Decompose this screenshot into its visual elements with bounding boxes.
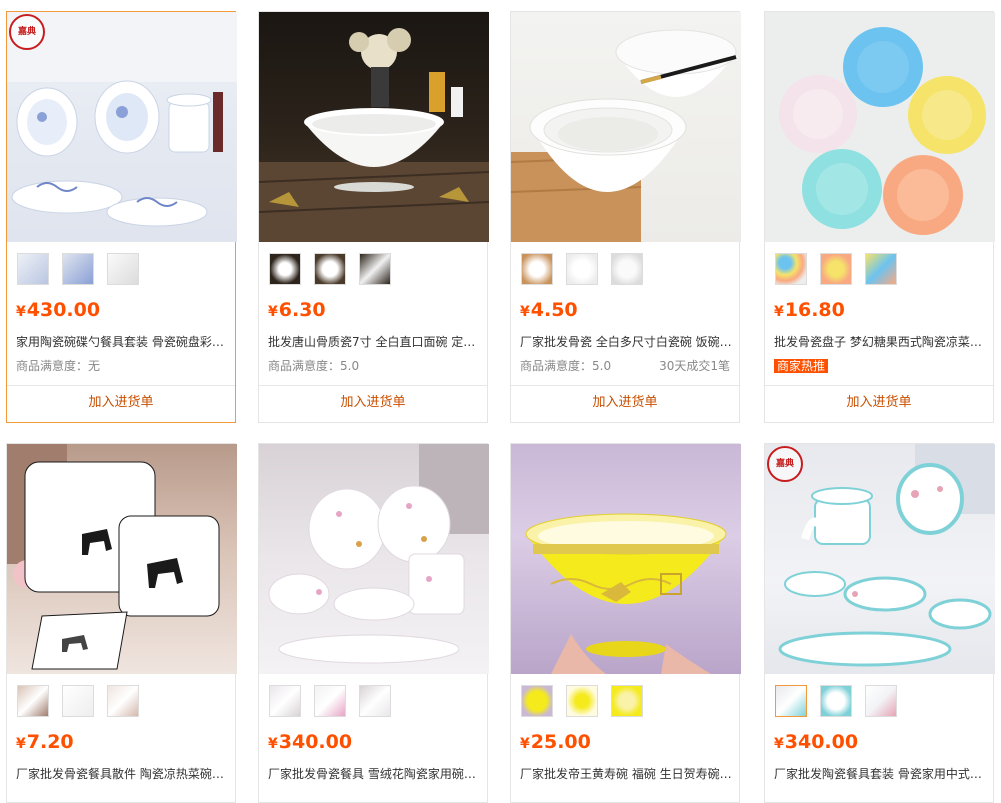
add-to-cart-button[interactable]: 加入进货单 bbox=[259, 392, 487, 414]
price: ¥25.00 bbox=[520, 731, 591, 753]
satisfaction-rating: 商品满意度：5.0 bbox=[268, 359, 360, 373]
sales-count: 30天成交1笔 bbox=[659, 359, 730, 373]
price: ¥6.30 bbox=[268, 299, 326, 321]
product-image[interactable]: 嘉典 bbox=[765, 444, 995, 674]
product-title[interactable]: 批发骨瓷盘子 梦幻糖果西式陶瓷凉菜… bbox=[774, 334, 987, 350]
thumbnail-image[interactable] bbox=[107, 253, 139, 285]
divider bbox=[765, 385, 993, 386]
price: ¥7.20 bbox=[16, 731, 74, 753]
price: ¥16.80 bbox=[774, 299, 845, 321]
thumbnail-image[interactable] bbox=[566, 253, 598, 285]
product-image[interactable] bbox=[765, 12, 995, 242]
zebra-plates-illustration bbox=[7, 444, 220, 670]
add-to-cart-button[interactable]: 加入进货单 bbox=[7, 392, 235, 414]
divider bbox=[7, 385, 235, 386]
thumbnail-image[interactable] bbox=[359, 253, 391, 285]
thumbnail-image[interactable] bbox=[611, 685, 643, 717]
product-image[interactable] bbox=[511, 444, 741, 674]
turquoise-dinnerware-illustration bbox=[778, 444, 995, 667]
thumbnail-image[interactable] bbox=[269, 685, 301, 717]
product-image[interactable] bbox=[511, 12, 741, 242]
nested-bowls-illustration bbox=[511, 29, 737, 242]
thumbnail-image[interactable] bbox=[820, 685, 852, 717]
price: ¥340.00 bbox=[268, 731, 353, 753]
product-card-8[interactable]: 嘉典 ¥340.00 厂家批发陶瓷餐具套装 骨瓷家用中式… bbox=[764, 443, 995, 803]
store-logo: 嘉典 bbox=[9, 14, 45, 50]
thumbnail-image[interactable] bbox=[17, 253, 49, 285]
thumbnail-image[interactable] bbox=[820, 253, 852, 285]
price: ¥4.50 bbox=[520, 299, 578, 321]
product-card-4[interactable]: ¥16.80 批发骨瓷盘子 梦幻糖果西式陶瓷凉菜… 商家热推 加入进货单 bbox=[764, 11, 995, 423]
add-to-cart-button[interactable]: 加入进货单 bbox=[765, 392, 993, 414]
product-title[interactable]: 厂家批发骨瓷餐具散件 陶瓷凉热菜碗… bbox=[16, 766, 229, 782]
product-card-7[interactable]: ¥25.00 厂家批发帝王黄寿碗 福碗 生日贺寿碗… bbox=[510, 443, 741, 803]
thumbnail-image[interactable] bbox=[269, 253, 301, 285]
thumbnail-image[interactable] bbox=[566, 685, 598, 717]
divider bbox=[259, 385, 487, 386]
product-title[interactable]: 家用陶瓷碗碟勺餐具套装 骨瓷碗盘彩… bbox=[16, 334, 229, 350]
thumbnail-image[interactable] bbox=[611, 253, 643, 285]
thumbnail-image[interactable] bbox=[62, 253, 94, 285]
product-card-6[interactable]: ¥340.00 厂家批发骨瓷餐具 雪绒花陶瓷家用碗… bbox=[258, 443, 489, 803]
dinnerware-set-illustration bbox=[7, 12, 237, 227]
product-title[interactable]: 厂家批发骨瓷餐具 雪绒花陶瓷家用碗… bbox=[268, 766, 481, 782]
colored-plates-illustration bbox=[779, 27, 986, 235]
product-card-1[interactable]: 嘉典 ¥430.00 家用陶瓷碗碟勺餐具套装 骨瓷碗盘彩… 商品满意度：无 加入… bbox=[6, 11, 237, 423]
thumbnail-image[interactable] bbox=[359, 685, 391, 717]
snowflake-dinnerware-illustration bbox=[268, 444, 489, 664]
thumbnail-image[interactable] bbox=[17, 685, 49, 717]
thumbnail-image[interactable] bbox=[775, 685, 807, 717]
divider bbox=[511, 385, 739, 386]
product-title[interactable]: 厂家批发帝王黄寿碗 福碗 生日贺寿碗… bbox=[520, 766, 733, 782]
product-card-3[interactable]: ¥4.50 厂家批发骨瓷 全白多尺寸白瓷碗 饭碗… 商品满意度：5.0 30天成… bbox=[510, 11, 741, 423]
thumbnail-image[interactable] bbox=[521, 253, 553, 285]
white-bowl-illustration bbox=[259, 28, 489, 242]
thumbnail-image[interactable] bbox=[865, 685, 897, 717]
satisfaction-rating: 商品满意度：无 bbox=[16, 359, 101, 373]
product-card-2[interactable]: ¥6.30 批发唐山骨质瓷7寸 全白直口面碗 定… 商品满意度：5.0 加入进货… bbox=[258, 11, 489, 423]
product-image[interactable] bbox=[259, 12, 489, 242]
product-image[interactable] bbox=[7, 444, 237, 674]
thumbnail-image[interactable] bbox=[521, 685, 553, 717]
product-card-5[interactable]: ¥7.20 厂家批发骨瓷餐具散件 陶瓷凉热菜碗… bbox=[6, 443, 237, 803]
price: ¥340.00 bbox=[774, 731, 859, 753]
product-title[interactable]: 厂家批发陶瓷餐具套装 骨瓷家用中式… bbox=[774, 766, 987, 782]
thumbnail-image[interactable] bbox=[62, 685, 94, 717]
thumbnail-image[interactable] bbox=[775, 253, 807, 285]
product-image[interactable]: 嘉典 bbox=[7, 12, 237, 242]
thumbnail-image[interactable] bbox=[314, 685, 346, 717]
thumbnail-image[interactable] bbox=[865, 253, 897, 285]
product-image[interactable] bbox=[259, 444, 489, 674]
price: ¥430.00 bbox=[16, 299, 101, 321]
thumbnail-image[interactable] bbox=[314, 253, 346, 285]
satisfaction-rating: 商品满意度：5.0 bbox=[520, 359, 612, 373]
add-to-cart-button[interactable]: 加入进货单 bbox=[511, 392, 739, 414]
promo-badge: 商家热推 bbox=[774, 359, 829, 373]
product-title[interactable]: 厂家批发骨瓷 全白多尺寸白瓷碗 饭碗… bbox=[520, 334, 733, 350]
thumbnail-image[interactable] bbox=[107, 685, 139, 717]
product-title[interactable]: 批发唐山骨质瓷7寸 全白直口面碗 定… bbox=[268, 334, 481, 350]
yellow-longevity-bowl-illustration bbox=[525, 513, 727, 674]
store-logo: 嘉典 bbox=[767, 446, 803, 482]
